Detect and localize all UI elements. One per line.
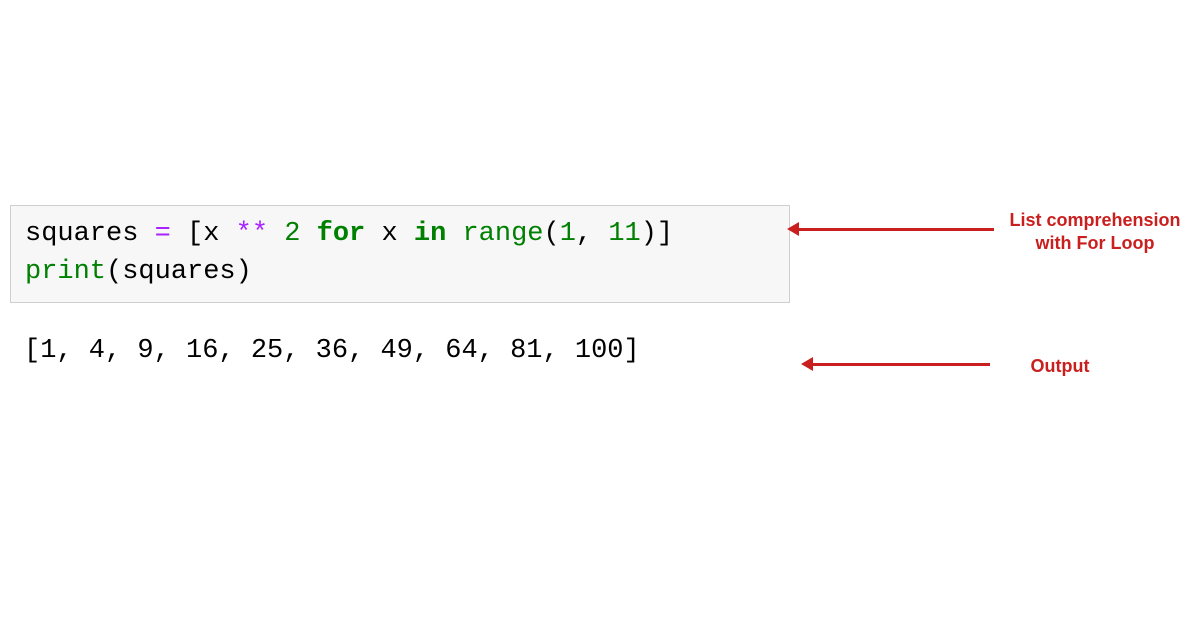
- code-token: )]: [641, 219, 673, 249]
- arrow-icon: [796, 228, 994, 231]
- code-token: **: [236, 219, 268, 249]
- annotation-list-comprehension: List comprehensionwith For Loop: [1000, 209, 1190, 254]
- code-token: print: [25, 257, 106, 287]
- code-token: =: [155, 219, 171, 249]
- output-cell: [1, 4, 9, 16, 25, 36, 49, 64, 81, 100]: [10, 325, 790, 379]
- code-token: 11: [608, 219, 640, 249]
- annotation-output: Output: [1000, 355, 1120, 378]
- code-token: (squares): [106, 257, 252, 287]
- code-token: ,: [576, 219, 608, 249]
- figure-container: squares = [x ** 2 for x in range(1, 11)]…: [10, 205, 1190, 378]
- code-token: x: [203, 219, 235, 249]
- code-token: [171, 219, 187, 249]
- arrow-icon: [810, 363, 990, 366]
- code-token: range: [462, 219, 543, 249]
- code-token: in: [414, 219, 446, 249]
- code-token: x: [365, 219, 414, 249]
- code-token: squares: [25, 219, 155, 249]
- code-token: [268, 219, 284, 249]
- code-token: [300, 219, 316, 249]
- code-token: (: [544, 219, 560, 249]
- code-token: for: [317, 219, 366, 249]
- code-token: 1: [560, 219, 576, 249]
- code-token: [: [187, 219, 203, 249]
- code-token: [446, 219, 462, 249]
- code-cell: squares = [x ** 2 for x in range(1, 11)]…: [10, 205, 790, 303]
- code-token: 2: [284, 219, 300, 249]
